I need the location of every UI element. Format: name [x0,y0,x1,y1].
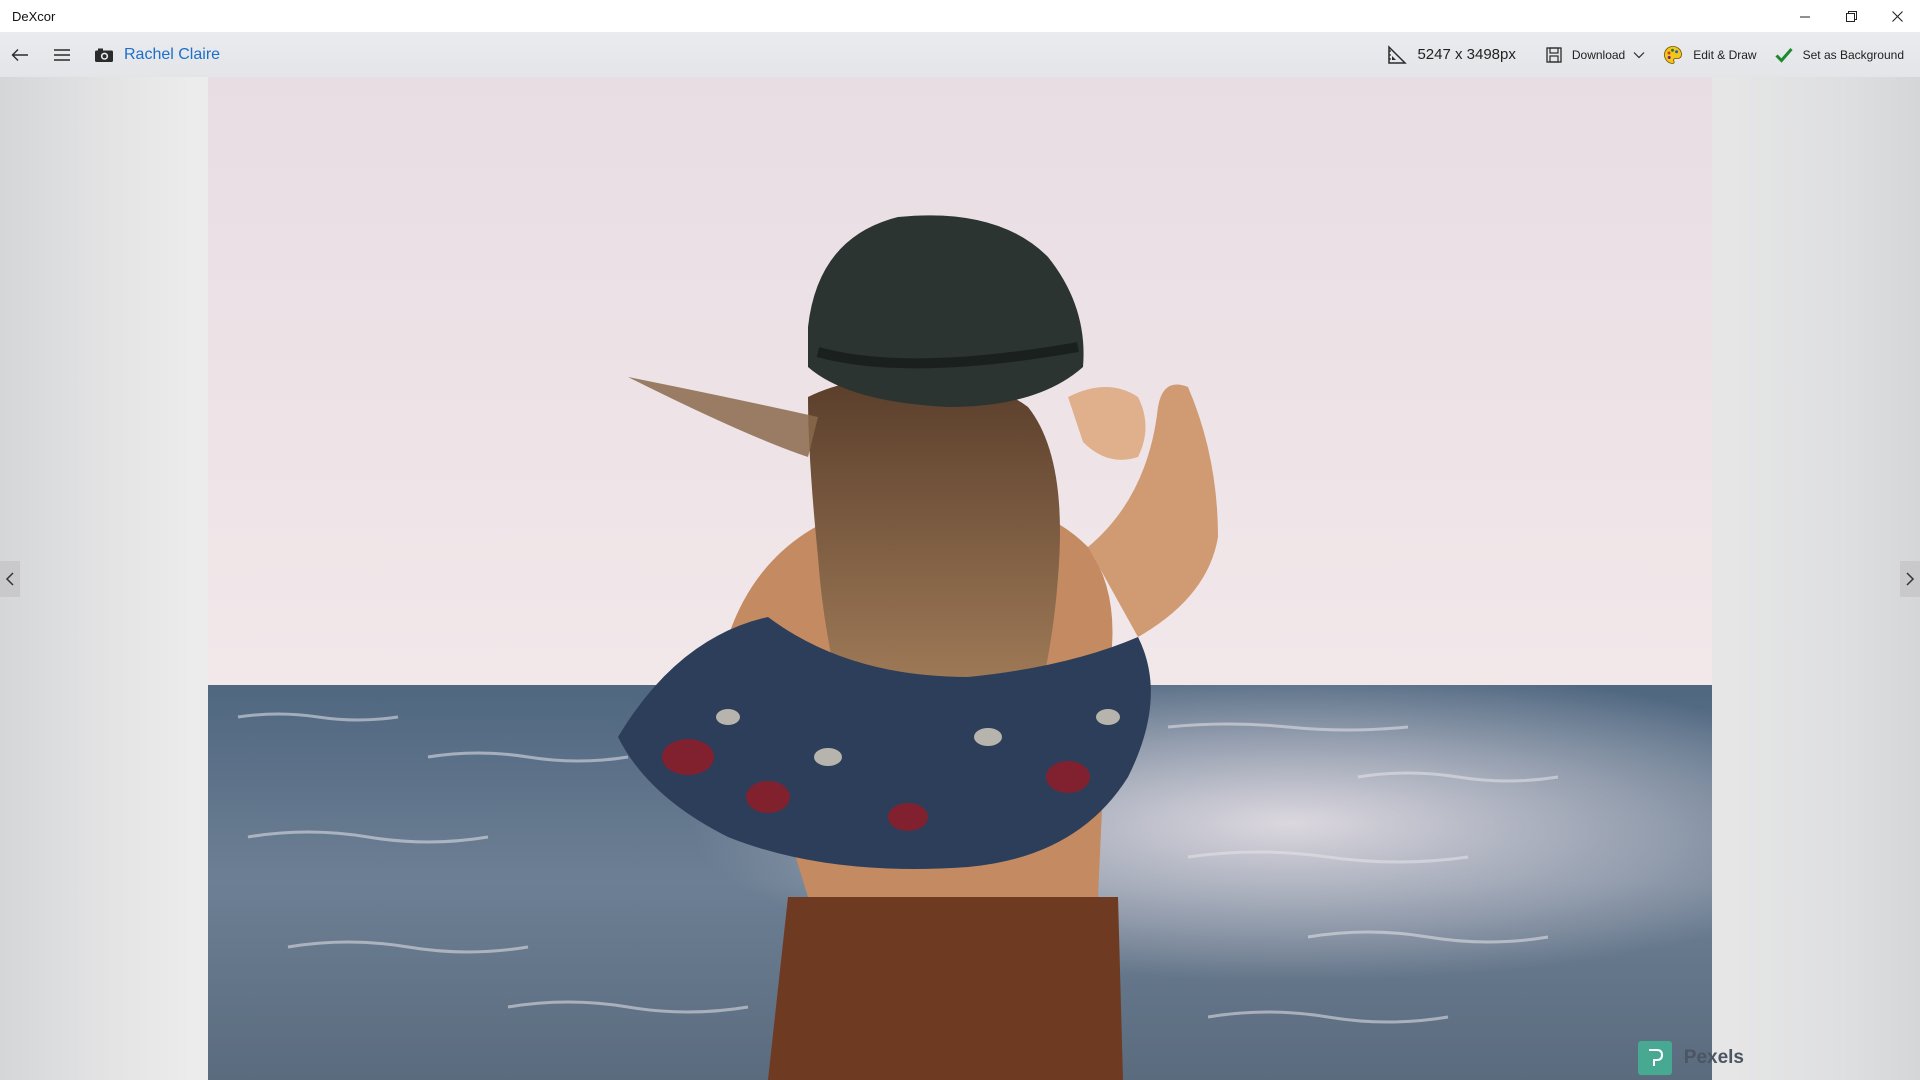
chevron-left-icon [5,572,14,586]
restore-icon [1845,10,1857,22]
ruler-triangle-icon [1388,44,1408,64]
pexels-logo-icon [1637,1041,1672,1075]
resolution-text: 5247 x 3498px [1417,46,1516,63]
photographer-name[interactable]: Rachel Claire [124,46,220,64]
hamburger-menu-icon [54,48,70,61]
minimize-button[interactable] [1782,0,1828,32]
photo-illustration [208,77,1712,1080]
next-image-button[interactable] [1900,561,1920,597]
palette-icon [1664,45,1683,64]
checkmark-icon [1775,47,1793,63]
wallpaper-photo [208,77,1712,1080]
download-label: Download [1571,47,1626,62]
back-button[interactable] [2,35,38,75]
title-bar: DeXcor [0,0,1920,32]
chevron-down-icon [1633,51,1645,58]
back-arrow-icon [11,48,28,61]
image-viewer: Pexels [0,77,1920,1080]
set-background-button[interactable]: Set as Background [1775,35,1904,75]
camera-icon [95,48,113,62]
toolbar: Rachel Claire 5247 x 3498px Download Edi… [0,32,1920,77]
previous-image-button[interactable] [0,561,20,597]
toolbar-actions: 5247 x 3498px Download Edit & Draw Set a… [1387,32,1904,77]
download-button[interactable]: Download [1546,35,1645,75]
save-disk-icon [1546,46,1562,63]
app-title: DeXcor [12,8,56,24]
source-badge[interactable]: Pexels [1637,1036,1744,1080]
photographer-link[interactable]: Rachel Claire [94,35,220,75]
minimize-icon [1799,16,1810,17]
edit-draw-label: Edit & Draw [1693,47,1757,62]
edit-draw-button[interactable]: Edit & Draw [1663,35,1757,75]
set-background-label: Set as Background [1802,47,1904,62]
window-controls [1782,0,1920,32]
close-button[interactable] [1874,0,1920,32]
menu-button[interactable] [44,35,80,75]
restore-button[interactable] [1828,0,1874,32]
source-label: Pexels [1683,1047,1744,1068]
resolution-info: 5247 x 3498px [1387,44,1516,65]
close-icon [1891,10,1903,22]
chevron-right-icon [1906,572,1915,586]
